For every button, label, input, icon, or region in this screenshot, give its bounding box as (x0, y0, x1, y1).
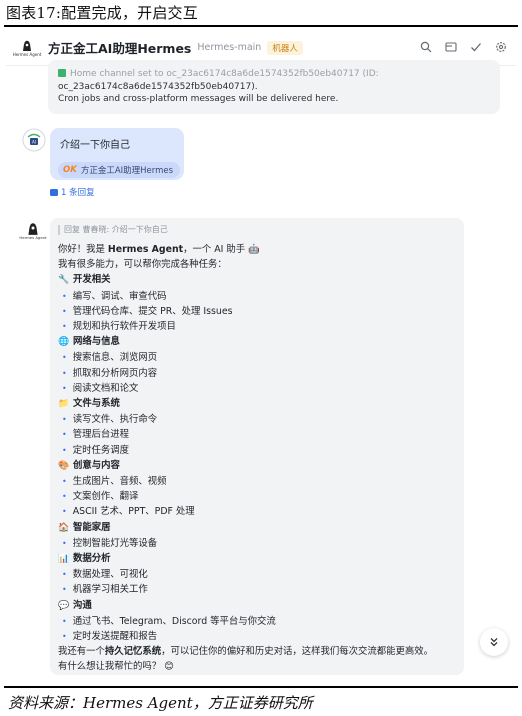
ok-badge: OK (63, 165, 77, 175)
system-message-line-1: Home channel set to oc_23ac6174c8a6de157… (58, 68, 490, 81)
section-emoji-icon: 🌐 (58, 337, 70, 348)
bot-tag-badge: 机器人 (267, 40, 303, 55)
section-emoji-icon: 📁 (58, 399, 70, 410)
section-heading: 🎨 创意与内容 (58, 458, 454, 474)
bot-avatar[interactable]: Hermes Agent (19, 220, 47, 246)
check-icon[interactable] (469, 40, 483, 54)
section-emoji-icon: 🔧 (58, 275, 70, 286)
capability-item: • 读写文件、执行命令 (62, 414, 158, 426)
intro-line: 你好！我是 Hermes Agent，一个 AI 助手 🤖 (58, 244, 260, 255)
capability-item: • 定时发送提醒和报告 (62, 631, 158, 643)
capability-item: • 文案创作、翻译 (62, 491, 139, 503)
chat-screenshot: Hermes Agent 方正金工AI助理Hermes Hermes-main … (6, 30, 516, 683)
top-rule (4, 25, 518, 27)
capability-item: • 数据处理、可视化 (62, 569, 148, 581)
figure-source: 资料来源：Hermes Agent，方正证券研究所 (8, 694, 313, 712)
section-heading: 🔧 开发相关 (58, 272, 454, 288)
svg-text:AI: AI (32, 140, 36, 145)
section-heading: 📁 文件与系统 (58, 396, 454, 412)
bottom-rule (4, 686, 518, 688)
user-message-bubble: 介绍一下你自己 OK 方正金工AI助理Hermes (50, 128, 184, 180)
header-toolbar (419, 40, 508, 54)
capability-item: • 搜索信息、浏览网页 (62, 352, 158, 364)
figure-caption: 图表17:配置完成，开启交互 (6, 4, 198, 22)
user-avatar-icon: AI (22, 128, 46, 152)
reply-count-text: 1 条回复 (61, 188, 95, 198)
capability-item: • 定时任务调度 (62, 444, 129, 456)
capability-item: • 抓取和分析网页内容 (62, 367, 158, 379)
capability-item: • 通过飞书、Telegram、Discord 等平台与你交流 (62, 615, 276, 627)
capability-item: • 编写、调试、审查代码 (62, 290, 167, 302)
user-avatar[interactable]: AI (22, 128, 46, 154)
capability-item: • 控制智能灯光等设备 (62, 537, 158, 549)
capability-item: • ASCII 艺术、PPT、PDF 处理 (62, 506, 195, 518)
section-heading: 💬 沟通 (58, 598, 454, 614)
scroll-to-bottom-button[interactable] (480, 628, 508, 656)
section-heading: 📊 数据分析 (58, 551, 454, 567)
bot-reply-bubble: 回复 曹春晓: 介绍一下你自己 你好！我是 Hermes Agent，一个 AI… (50, 218, 464, 675)
double-chevron-down-icon (490, 638, 498, 647)
status-square-icon (58, 69, 66, 77)
capability-item: • 管理后台进程 (62, 429, 129, 441)
reply-count-link[interactable]: 1 条回复 (50, 186, 95, 198)
capability-item: • 阅读文档和论文 (62, 382, 139, 394)
channel-name: Hermes-main (197, 42, 262, 53)
closing-line: 有什么想让我帮忙的吗？ 😊 (58, 661, 174, 673)
section-emoji-icon: 🎨 (58, 460, 70, 471)
chip-label: 方正金工AI助理Hermes (80, 166, 174, 176)
system-message-line-3: Cron jobs and cross-platform messages wi… (58, 94, 339, 104)
user-message-text: 介绍一下你自己 (60, 140, 130, 151)
capability-sections: 🔧 开发相关 • 编写、调试、审查代码 • 管理代码仓库、提交 PR、处理 Issues •… (58, 272, 454, 644)
section-heading: 🌐 网络与信息 (58, 334, 454, 350)
section-emoji-icon: 📊 (58, 554, 70, 565)
comment-icon (50, 188, 58, 196)
hermes-logo-icon (23, 40, 31, 51)
section-emoji-icon: 💬 (58, 600, 70, 611)
capability-item: • 规划和执行软件开发项目 (62, 321, 176, 333)
reply-quote: 回复 曹春晓: 介绍一下你自己 (58, 225, 454, 235)
bot-mention-chip[interactable]: OK 方正金工AI助理Hermes (58, 162, 181, 178)
search-icon[interactable] (419, 40, 433, 54)
capability-item: • 机器学习相关工作 (62, 584, 148, 596)
system-message-line-2: oc_23ac6174c8a6de1574352fb50eb40717). (58, 81, 258, 92)
outro-line: 我还有一个持久记忆系统，可以记住你的偏好和历史对话，这样我们每次交流都能更高效。 (58, 646, 434, 658)
avatar-logo-text: Hermes Agent (19, 235, 47, 240)
subtitle-line: 我有很多能力，可以帮你完成各种任务： (58, 259, 227, 271)
settings-icon[interactable] (494, 40, 508, 54)
window-icon[interactable] (444, 40, 458, 54)
bot-logo: Hermes Agent (12, 35, 42, 61)
capability-item: • 管理代码仓库、提交 PR、处理 Issues (62, 305, 233, 317)
capability-item: • 生成图片、音频、视频 (62, 476, 167, 488)
hermes-logo-icon (28, 223, 38, 235)
section-emoji-icon: 🏠 (58, 522, 70, 533)
bot-name[interactable]: 方正金工AI助理Hermes (48, 38, 191, 57)
logo-text: Hermes Agent (12, 52, 42, 57)
system-message: Home channel set to oc_23ac6174c8a6de157… (48, 60, 500, 114)
section-heading: 🏠 智能家居 (58, 520, 454, 536)
